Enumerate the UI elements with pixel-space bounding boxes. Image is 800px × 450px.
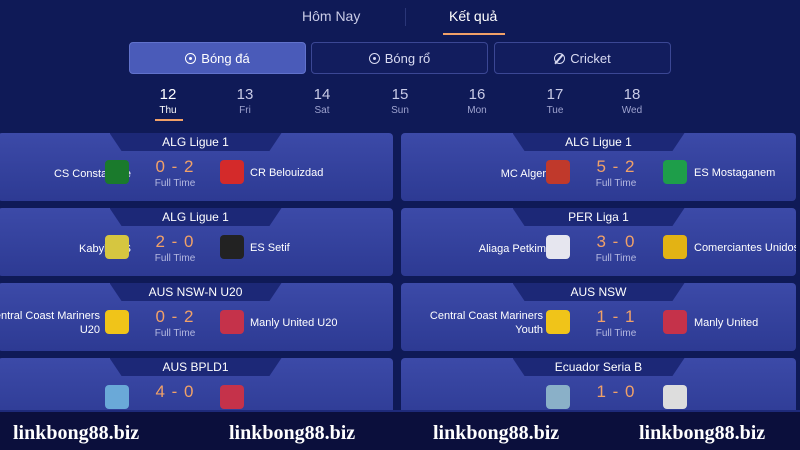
- home-team-name: Central Coast Mariners U20: [0, 310, 100, 336]
- watermark-text: linkbong88.biz: [433, 422, 560, 444]
- active-date-indicator: [155, 119, 183, 121]
- match-score: 5 - 2: [596, 157, 636, 176]
- home-team-crest-icon: [546, 310, 570, 334]
- match-status: Full Time: [595, 178, 637, 189]
- away-team-name: ES Setif: [250, 242, 290, 254]
- home-team-crest-icon: [105, 235, 129, 259]
- date-day: Mon: [467, 105, 487, 116]
- league-name: PER Liga 1: [512, 208, 685, 226]
- away-team-name: Manly United: [694, 317, 759, 329]
- league-name: ALG Ligue 1: [512, 133, 685, 151]
- date-day: Fri: [239, 105, 251, 116]
- away-team-crest-icon: [220, 385, 244, 409]
- date-item[interactable]: 16 Mon: [457, 86, 497, 116]
- away-team-crest-icon: [220, 235, 244, 259]
- away-team-crest-icon: [663, 235, 687, 259]
- league-name: AUS BPLD1: [109, 358, 282, 376]
- home-team-name: Central Coast Mariners Youth: [429, 310, 543, 336]
- match-status: Full Time: [154, 253, 196, 264]
- date-day: Tue: [546, 105, 564, 116]
- date-number: 14: [313, 86, 331, 103]
- away-team-name: ES Mostaganem: [694, 167, 776, 179]
- match-card[interactable]: ALG Ligue 1 Kabylie JS 2 - 0 Full Time E…: [0, 208, 393, 276]
- away-team-crest-icon: [663, 385, 687, 409]
- home-team-name: MC Alger: [500, 168, 546, 180]
- away-team-crest-icon: [220, 160, 244, 184]
- watermark-bar: linkbong88.biz linkbong88.biz linkbong88…: [0, 410, 800, 450]
- match-status: Full Time: [154, 178, 196, 189]
- active-tab-indicator: [443, 33, 505, 35]
- tab-divider: [405, 8, 406, 26]
- date-day: Thu: [159, 105, 177, 116]
- date-number: 13: [236, 86, 254, 103]
- away-team-crest-icon: [663, 160, 687, 184]
- date-number: 16: [468, 86, 486, 103]
- sport-tab-label: Bóng rổ: [384, 50, 431, 66]
- date-item[interactable]: 13 Fri: [225, 86, 265, 116]
- date-item[interactable]: 15 Sun: [380, 86, 420, 116]
- sport-tab-label: Bóng đá: [201, 50, 250, 66]
- date-item[interactable]: 14 Sat: [302, 86, 342, 116]
- league-name: AUS NSW-N U20: [109, 283, 282, 301]
- match-card[interactable]: PER Liga 1 Aliaga Petkim 3 - 0 Full Time…: [401, 208, 796, 276]
- watermark-text: linkbong88.biz: [639, 422, 766, 444]
- match-status: Full Time: [595, 253, 637, 264]
- date-item[interactable]: 17 Tue: [535, 86, 575, 116]
- away-team-name: CR Belouizdad: [250, 167, 324, 179]
- match-card[interactable]: AUS NSW Central Coast Mariners Youth 1 -…: [401, 283, 796, 351]
- sport-filter-row: Bóng đá Bóng rổ Cricket: [0, 42, 800, 76]
- home-team-name: Aliaga Petkim: [478, 243, 546, 255]
- away-team-crest-icon: [220, 310, 244, 334]
- match-score: 0 - 2: [155, 307, 195, 326]
- tab-today[interactable]: Hôm Nay: [302, 8, 360, 24]
- match-score: 2 - 0: [155, 232, 195, 251]
- league-name: ALG Ligue 1: [109, 208, 282, 226]
- basketball-icon: [368, 52, 380, 64]
- watermark-text: linkbong88.biz: [229, 422, 356, 444]
- football-icon: [185, 52, 197, 64]
- match-card[interactable]: AUS NSW-N U20 Central Coast Mariners U20…: [0, 283, 393, 351]
- away-team-crest-icon: [663, 310, 687, 334]
- top-tab-bar: Hôm Nay Kết quả: [0, 0, 800, 36]
- match-status: Full Time: [154, 328, 196, 339]
- date-day: Sun: [391, 105, 409, 116]
- home-team-crest-icon: [546, 160, 570, 184]
- date-number: 18: [623, 86, 641, 103]
- league-name: Ecuador Seria B: [512, 358, 685, 376]
- match-card[interactable]: ALG Ligue 1 MC Alger 5 - 2 Full Time ES …: [401, 133, 796, 201]
- date-number: 15: [391, 86, 409, 103]
- tab-results[interactable]: Kết quả: [449, 8, 497, 24]
- match-score: 0 - 2: [155, 157, 195, 176]
- home-team-crest-icon: [546, 385, 570, 409]
- date-item[interactable]: 18 Wed: [612, 86, 652, 116]
- match-score: 3 - 0: [596, 232, 636, 251]
- sport-tab-label: Cricket: [570, 50, 611, 66]
- match-score: 1 - 1: [596, 307, 636, 326]
- league-name: ALG Ligue 1: [109, 133, 282, 151]
- home-team-crest-icon: [105, 310, 129, 334]
- match-status: Full Time: [595, 328, 637, 339]
- date-day: Wed: [621, 105, 643, 116]
- watermark-text: linkbong88.biz: [13, 422, 140, 444]
- match-score: 1 - 0: [596, 382, 636, 401]
- league-name: AUS NSW: [512, 283, 685, 301]
- away-team-name: Manly United U20: [250, 317, 338, 329]
- date-number: 12: [159, 86, 177, 103]
- date-item[interactable]: 12 Thu: [148, 86, 188, 116]
- match-score: 4 - 0: [155, 382, 195, 401]
- match-card[interactable]: ALG Ligue 1 CS Constantine 0 - 2 Full Ti…: [0, 133, 393, 201]
- cricket-icon: [554, 52, 566, 64]
- home-team-crest-icon: [105, 160, 129, 184]
- away-team-name: Comerciantes Unidos: [694, 242, 796, 254]
- sport-tab-basketball[interactable]: Bóng rổ: [311, 42, 488, 74]
- date-day: Sat: [314, 105, 330, 116]
- home-team-crest-icon: [546, 235, 570, 259]
- date-number: 17: [546, 86, 564, 103]
- sport-tab-cricket[interactable]: Cricket: [494, 42, 671, 74]
- home-team-crest-icon: [105, 385, 129, 409]
- sport-tab-football[interactable]: Bóng đá: [129, 42, 306, 74]
